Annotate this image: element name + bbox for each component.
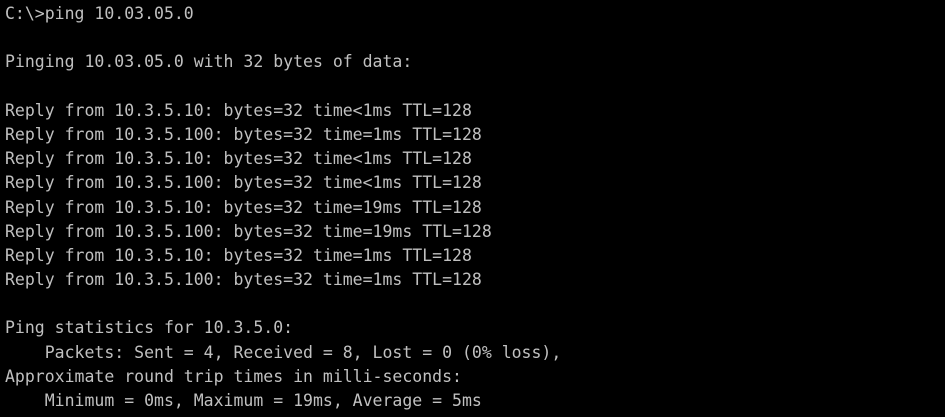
reply-line: Reply from 10.3.5.100: bytes=32 time<1ms… <box>5 173 482 193</box>
pinging-line: Pinging 10.03.05.0 with 32 bytes of data… <box>5 52 413 72</box>
reply-line: Reply from 10.3.5.10: bytes=32 time=1ms … <box>5 245 472 265</box>
reply-line: Reply from 10.3.5.100: bytes=32 time=19m… <box>5 221 492 241</box>
reply-line: Reply from 10.3.5.10: bytes=32 time<1ms … <box>5 149 472 169</box>
rtt-header: Approximate round trip times in milli-se… <box>5 366 462 386</box>
command-line: C:\>ping 10.03.05.0 <box>5 4 194 23</box>
reply-line: Reply from 10.3.5.100: bytes=32 time=1ms… <box>5 270 482 290</box>
packets-line: Packets: Sent = 4, Received = 8, Lost = … <box>5 342 562 362</box>
rtt-line: Minimum = 0ms, Maximum = 19ms, Average =… <box>5 391 482 410</box>
reply-line: Reply from 10.3.5.10: bytes=32 time=19ms… <box>5 197 482 217</box>
reply-line: Reply from 10.3.5.100: bytes=32 time=1ms… <box>5 124 482 144</box>
console-window[interactable]: C:\>ping 10.03.05.0 Pinging 10.03.05.0 w… <box>0 0 945 417</box>
stats-header: Ping statistics for 10.3.5.0: <box>5 318 294 338</box>
reply-line: Reply from 10.3.5.10: bytes=32 time<1ms … <box>5 100 472 120</box>
